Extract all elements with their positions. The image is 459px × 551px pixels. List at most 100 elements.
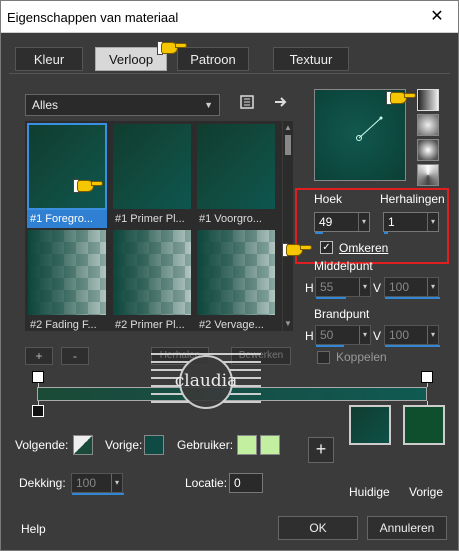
next-color-swatch[interactable] [73,435,93,455]
tab-divider [9,73,450,74]
tab-bar: Kleur Verloop Patroon Textuur [1,47,458,73]
angle-spinner[interactable]: 49 ▾ [314,212,370,234]
pointer-hand-icon [386,89,416,105]
user-color-swatch-2[interactable] [260,435,280,455]
midpoint-v-bar [385,297,440,299]
spinner-arrows-icon[interactable]: ▾ [358,213,369,231]
opacity-spinner[interactable]: 100 ▾ [71,473,124,495]
next-label: Volgende: [15,438,69,452]
midpoint-h-spinner[interactable]: 55 ▾ [315,277,371,299]
location-field[interactable]: 0 [229,473,263,493]
gallery-item-label: #1 Voorgro... [199,213,262,225]
scrollbar-thumb[interactable] [285,135,291,155]
rectangular-style-button[interactable] [417,114,439,136]
sunburst-style-button[interactable] [417,164,439,186]
location-label: Locatie: [185,476,228,490]
pointer-hand-icon [282,241,312,257]
repeats-spinner[interactable]: 1 ▾ [383,212,439,234]
repeats-label: Herhalingen [380,192,445,206]
add-to-swatches-button[interactable]: + [308,437,334,463]
gallery-item[interactable]: #1 Voorgro... [196,123,276,225]
gallery-item-label: #2 Vervage... [199,319,264,331]
opacity-bar [72,493,124,495]
ok-button[interactable]: OK [278,516,358,540]
linear-style-button[interactable] [417,89,439,111]
material-properties-dialog: Eigenschappen van materiaal ✕ Kleur Verl… [0,0,459,551]
chevron-down-icon[interactable]: ▼ [283,319,293,329]
focal-v-value: 100 [389,328,410,342]
previous-label: Vorige: [105,438,143,452]
focal-v-label: V [373,329,382,343]
midpoint-v-value: 100 [389,280,410,294]
tab-patroon[interactable]: Patroon [177,47,249,71]
category-dropdown[interactable]: Alles ▼ [25,94,220,116]
user-color-swatch-1[interactable] [237,435,257,455]
focal-h-spinner[interactable]: 50 ▾ [315,325,371,347]
spinner-arrows-icon[interactable]: ▾ [427,278,438,296]
gallery-item[interactable]: #2 Fading F... [27,229,107,331]
opacity-stop-left[interactable] [32,371,44,383]
tab-kleur[interactable]: Kleur [15,47,83,71]
gallery-item-label: #1 Foregro... [27,210,107,228]
link-checkbox[interactable] [317,351,330,364]
gallery-item-label: #1 Primer Pl... [115,213,185,225]
pointer-hand-icon [73,177,103,193]
current-swatch[interactable] [349,405,391,445]
tab-textuur[interactable]: Textuur [273,47,349,71]
gallery-item[interactable]: #1 Foregro... [27,123,107,228]
location-value: 0 [234,476,241,490]
invert-checkbox[interactable]: ✓ [320,241,333,254]
focal-v-spinner[interactable]: 100 ▾ [384,325,440,347]
add-stop-button[interactable]: + [25,347,53,365]
previous-swatch[interactable] [403,405,445,445]
previous-swatch-label: Vorige [409,485,444,499]
spinner-arrows-icon[interactable]: ▾ [427,326,438,344]
chevron-up-icon[interactable]: ▲ [283,123,293,133]
color-stop-left[interactable] [32,405,44,417]
midpoint-v-label: V [373,281,382,295]
focal-label: Brandpunt [314,307,370,321]
previous-color-swatch[interactable] [144,435,164,455]
midpoint-v-spinner[interactable]: 100 ▾ [384,277,440,299]
repeats-bar [384,232,388,234]
spinner-arrows-icon[interactable]: ▾ [359,326,370,344]
close-button[interactable]: ✕ [426,6,448,28]
opacity-label: Dekking: [19,476,66,490]
focal-v-bar [385,345,440,347]
cancel-button[interactable]: Annuleren [367,516,447,540]
opacity-stop-right[interactable] [421,371,433,383]
midpoint-h-bar [316,297,346,299]
spinner-arrows-icon[interactable]: ▾ [111,474,122,492]
library-icon[interactable] [237,94,257,114]
midpoint-h-value: 55 [320,280,334,294]
gradient-swatch [196,123,276,210]
arrow-right-icon[interactable] [271,94,291,114]
user-label: Gebruiker: [177,438,234,452]
watermark-text: claudia [174,371,238,391]
spinner-arrows-icon[interactable]: ▾ [359,278,370,296]
remove-stop-button[interactable]: - [61,347,89,365]
chevron-down-icon: ▼ [204,100,213,110]
focal-h-value: 50 [320,328,334,342]
midpoint-h-label: H [305,281,314,295]
title-bar: Eigenschappen van materiaal ✕ [1,1,458,33]
repeats-value: 1 [388,215,395,229]
angle-value: 49 [319,215,333,229]
opacity-value: 100 [76,476,97,490]
watermark-logo: claudia [151,351,261,415]
gallery-item[interactable]: #1 Primer Pl... [112,123,192,225]
gradient-swatch [27,123,107,210]
gallery-scrollbar[interactable]: ▲ ▼ [283,121,293,331]
gallery-item-label: #2 Fading F... [30,319,97,331]
gradient-swatch [196,229,276,316]
gallery-item[interactable]: #2 Vervage... [196,229,276,331]
gallery-item[interactable]: #2 Primer Pl... [112,229,192,331]
help-link[interactable]: Help [21,522,46,536]
stop-line [427,383,428,387]
category-value: Alles [32,98,59,112]
radial-style-button[interactable] [417,139,439,161]
spinner-arrows-icon[interactable]: ▾ [427,213,438,231]
gradient-swatch [112,229,192,316]
gradient-swatch [112,123,192,210]
link-label: Koppelen [336,350,387,364]
